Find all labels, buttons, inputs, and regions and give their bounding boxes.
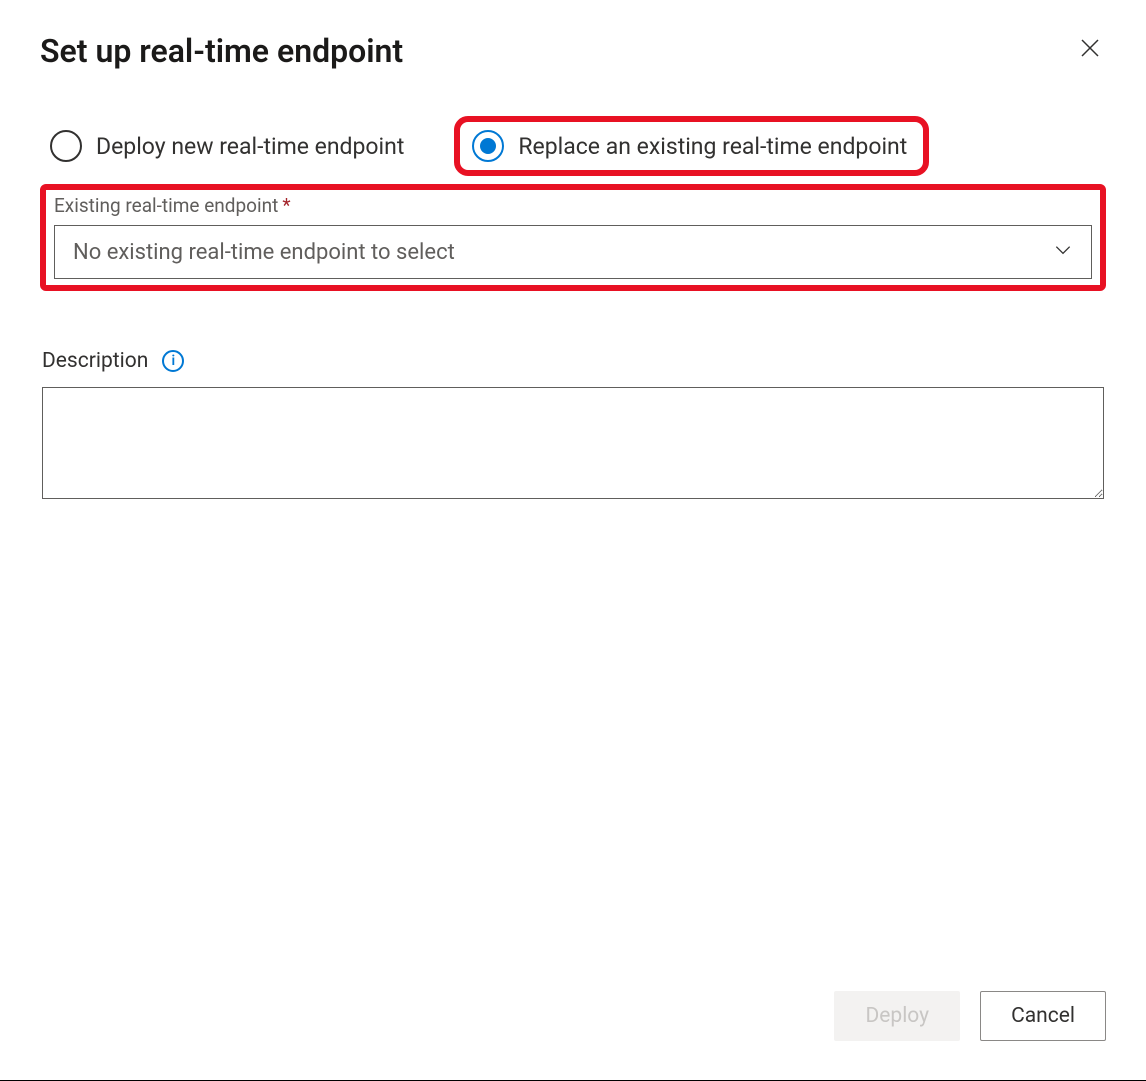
description-field: Description i (40, 349, 1106, 503)
description-label-row: Description i (42, 349, 1104, 373)
setup-endpoint-dialog: Set up real-time endpoint Deploy new rea… (0, 0, 1146, 1081)
existing-endpoint-field: Existing real-time endpoint * No existin… (40, 184, 1106, 291)
description-textarea[interactable] (42, 387, 1104, 499)
cancel-button[interactable]: Cancel (980, 991, 1106, 1041)
existing-endpoint-dropdown-placeholder: No existing real-time endpoint to select (73, 240, 455, 265)
chevron-down-icon (1053, 240, 1073, 264)
existing-endpoint-label: Existing real-time endpoint (54, 194, 278, 217)
info-icon[interactable]: i (162, 350, 184, 372)
radio-replace-existing-label: Replace an existing real-time endpoint (518, 133, 907, 160)
deploy-button[interactable]: Deploy (834, 991, 960, 1041)
close-button[interactable] (1074, 32, 1106, 67)
existing-endpoint-dropdown[interactable]: No existing real-time endpoint to select (54, 225, 1092, 279)
radio-replace-existing[interactable]: Replace an existing real-time endpoint (454, 116, 929, 176)
radio-deploy-new[interactable]: Deploy new real-time endpoint (40, 124, 414, 168)
close-icon (1078, 48, 1102, 63)
dialog-title: Set up real-time endpoint (40, 32, 403, 70)
existing-endpoint-label-row: Existing real-time endpoint * (54, 194, 1092, 217)
radio-deploy-new-label: Deploy new real-time endpoint (96, 133, 404, 160)
required-marker: * (282, 194, 290, 217)
radio-icon (50, 130, 82, 162)
radio-dot-icon (480, 138, 496, 154)
radio-icon-selected (472, 130, 504, 162)
dialog-header: Set up real-time endpoint (40, 32, 1106, 70)
description-label: Description (42, 349, 148, 373)
dialog-footer: Deploy Cancel (40, 967, 1106, 1081)
deployment-mode-radio-group: Deploy new real-time endpoint Replace an… (40, 116, 1106, 176)
